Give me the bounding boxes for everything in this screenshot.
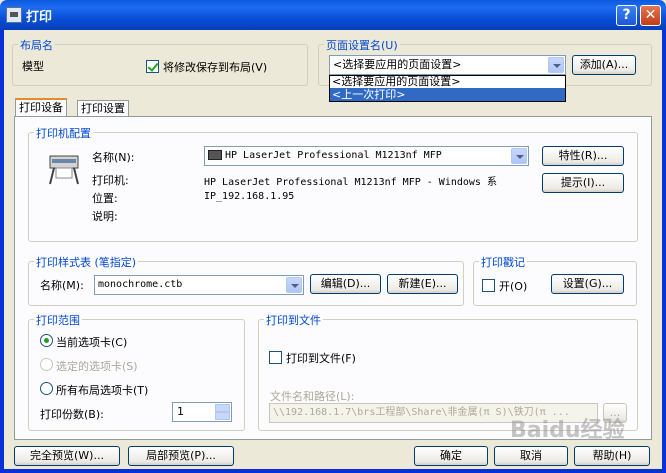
cancel-button[interactable]: 取消 <box>494 446 568 466</box>
printer-name-value: HP LaserJet Professional M1213nf MFP <box>225 150 442 161</box>
description-label: 说明: <box>92 210 118 223</box>
copies-value: 1 <box>177 405 184 418</box>
watermark: Baidu经验 <box>510 418 625 443</box>
copies-label: 打印份数(B): <box>40 408 104 421</box>
plot-style-value: monochrome.ctb <box>98 279 183 290</box>
printer-name-select[interactable]: HP LaserJet Professional M1213nf MFP <box>204 146 529 166</box>
page-setup-select[interactable]: <选择要应用的页面设置> <box>329 55 566 75</box>
copies-down-icon[interactable] <box>215 412 230 420</box>
plot-style-select[interactable]: monochrome.ctb <box>94 275 304 295</box>
plot-stamp-label: 开(O) <box>499 280 528 293</box>
page-setup-selected: <选择要应用的页面设置> <box>333 58 462 71</box>
location-label: 位置: <box>92 192 118 205</box>
plot-style-name-label: 名称(M): <box>40 279 84 292</box>
tab-print-settings[interactable]: 打印设置 <box>77 100 129 117</box>
range-all-tabs-radio[interactable] <box>40 382 53 395</box>
dropdown-option[interactable]: <选择要应用的页面设置> <box>330 76 565 88</box>
range-all-tabs-label: 所有布局选项卡(T) <box>56 384 149 397</box>
copies-stepper[interactable]: 1 <box>172 402 232 422</box>
edit-plot-style-button[interactable]: 编辑(D)... <box>310 274 381 294</box>
help-title-button[interactable]: ? <box>616 5 637 26</box>
layout-name-value: 模型 <box>22 60 44 73</box>
plotter-icon <box>49 155 79 185</box>
tab-printer-device[interactable]: 打印设备 <box>15 98 67 117</box>
range-current-tab-label: 当前选项卡(C) <box>56 336 128 349</box>
printer-hints-button[interactable]: 提示(I)... <box>542 173 624 193</box>
add-page-setup-button[interactable]: 添加(A)... <box>572 55 636 75</box>
page-setup-dropdown-list: <选择要应用的页面设置> <上一次打印> <box>329 75 566 102</box>
save-to-layout-checkbox[interactable] <box>146 60 159 73</box>
chevron-down-icon[interactable] <box>286 277 302 293</box>
file-path-label: 文件名和路径(L): <box>270 390 355 403</box>
printer-properties-button[interactable]: 特性(R)... <box>542 146 624 166</box>
page-setup-legend: 页面设置名(U) <box>324 37 400 53</box>
plot-style-legend: 打印样式表 (笔指定) <box>34 254 139 270</box>
close-button[interactable]: ✕ <box>640 5 661 26</box>
window-title: 打印 <box>26 10 53 25</box>
print-to-file-legend: 打印到文件 <box>264 312 323 328</box>
range-selected-tabs-radio[interactable] <box>40 358 53 371</box>
print-to-file-checkbox[interactable] <box>269 351 282 364</box>
frame-bottom <box>0 469 666 473</box>
chevron-down-icon[interactable] <box>511 148 527 164</box>
location-value: IP_192.168.1.95 <box>204 191 295 202</box>
plot-stamp-settings-button[interactable]: 设置(G)... <box>551 274 624 294</box>
range-current-tab-radio[interactable] <box>40 334 53 347</box>
help-button[interactable]: 帮助(H) <box>574 446 650 466</box>
print-to-file-label: 打印到文件(F) <box>286 352 356 365</box>
plot-stamp-legend: 打印戳记 <box>479 254 527 270</box>
chevron-down-icon[interactable] <box>548 57 564 73</box>
app-icon <box>6 7 22 23</box>
printer-name-label: 名称(N): <box>92 151 135 164</box>
save-to-layout-label: 将修改保存到布局(V) <box>163 61 268 74</box>
layout-group-legend: 布局名 <box>18 37 55 53</box>
full-preview-button[interactable]: 完全预览(W)... <box>14 446 120 466</box>
printer-label: 打印机: <box>92 174 129 187</box>
printer-value: HP LaserJet Professional M1213nf MFP - W… <box>204 177 497 188</box>
plot-stamp-checkbox[interactable] <box>482 279 495 292</box>
plot-range-legend: 打印范围 <box>34 312 82 328</box>
frame-right <box>662 30 666 473</box>
ok-button[interactable]: 确定 <box>414 446 488 466</box>
printer-config-legend: 打印机配置 <box>34 125 93 141</box>
copies-up-icon[interactable] <box>215 404 230 412</box>
frame-left <box>0 30 4 473</box>
new-plot-style-button[interactable]: 新建(E)... <box>387 274 458 294</box>
range-selected-tabs-label: 选定的选项卡(S) <box>56 360 138 373</box>
title-bar <box>0 0 666 30</box>
dropdown-option-selected[interactable]: <上一次打印> <box>330 88 565 101</box>
partial-preview-button[interactable]: 局部预览(P)... <box>128 446 234 466</box>
printer-icon <box>208 150 222 160</box>
